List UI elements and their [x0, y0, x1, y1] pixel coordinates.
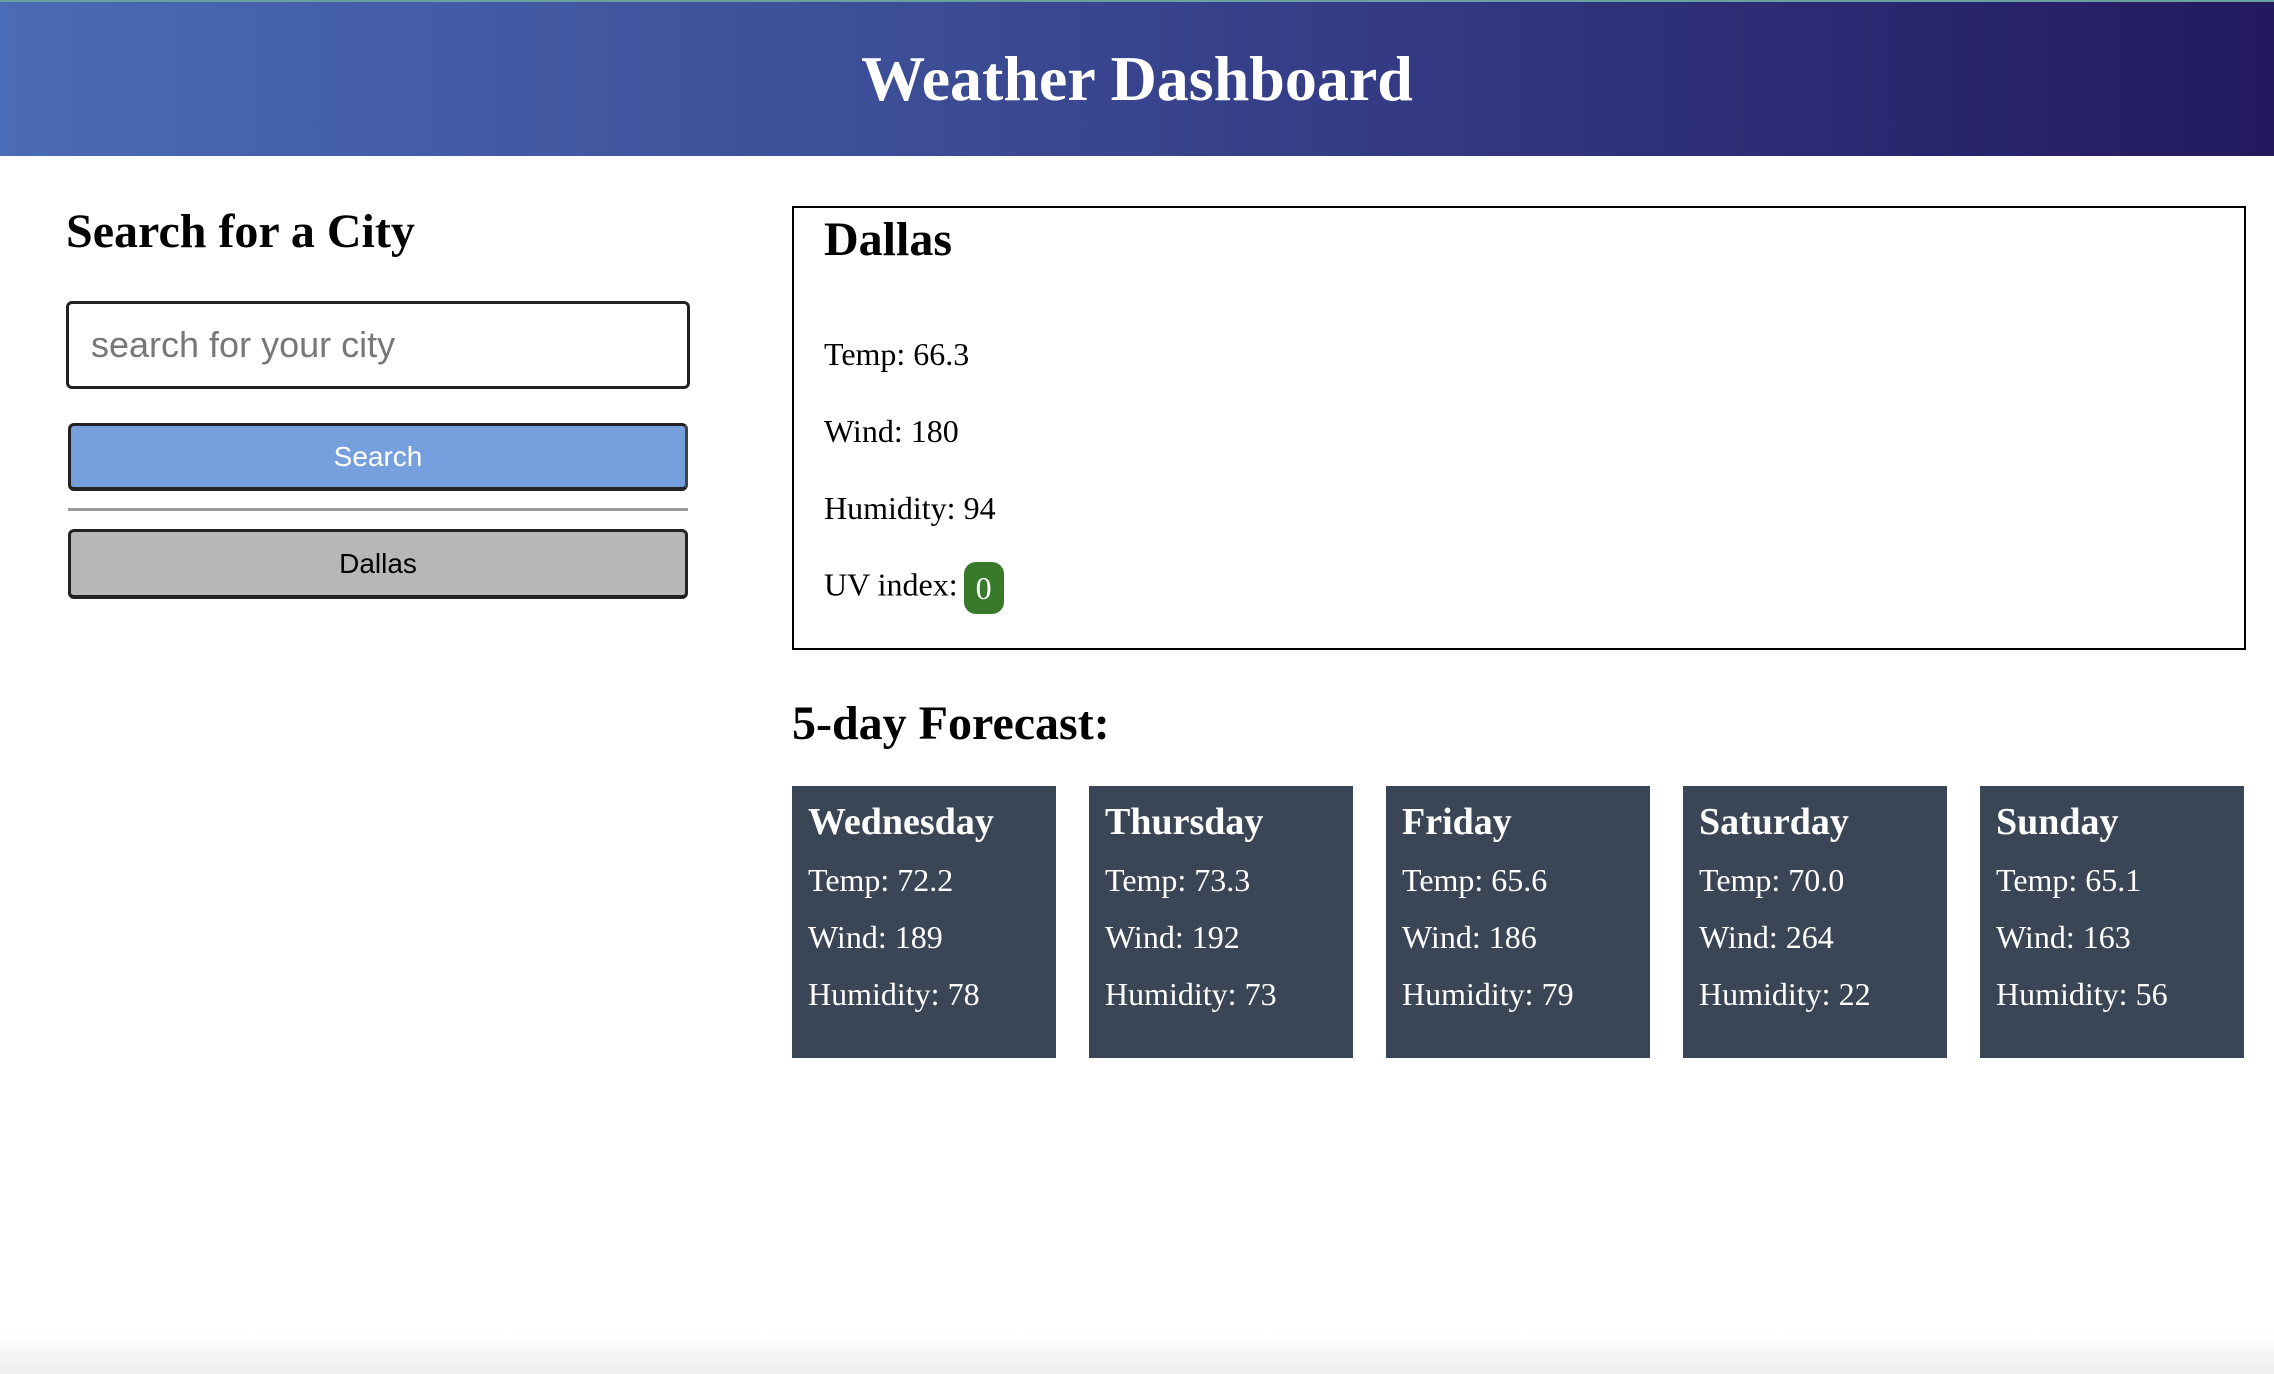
uv-label: UV index:	[824, 566, 958, 603]
forecast-card: Friday Temp: 65.6 Wind: 186 Humidity: 79	[1386, 786, 1650, 1058]
city-search-input[interactable]	[66, 301, 690, 389]
forecast-wind: Wind: 192	[1105, 919, 1240, 955]
forecast-card: Thursday Temp: 73.3 Wind: 192 Humidity: …	[1089, 786, 1353, 1058]
search-button[interactable]: Search	[68, 423, 688, 491]
forecast-wind: Wind: 264	[1699, 919, 1834, 955]
current-humidity: Humidity: 94	[824, 490, 996, 526]
sidebar-divider	[68, 508, 688, 511]
forecast-day: Friday	[1402, 801, 1512, 843]
app-header: Weather Dashboard	[0, 0, 2274, 156]
forecast-wind: Wind: 163	[1996, 919, 2131, 955]
search-sidebar: Search for a City Search Dallas	[66, 200, 690, 599]
forecast-humidity: Humidity: 56	[1996, 976, 2168, 1012]
forecast-wind: Wind: 189	[808, 919, 943, 955]
forecast-humidity: Humidity: 79	[1402, 976, 1574, 1012]
forecast-temp: Temp: 72.2	[808, 862, 954, 898]
forecast-day: Wednesday	[808, 801, 994, 843]
forecast-cards: Wednesday Temp: 72.2 Wind: 189 Humidity:…	[792, 786, 2246, 1058]
forecast-temp: Temp: 70.0	[1699, 862, 1845, 898]
history-city-button[interactable]: Dallas	[68, 529, 688, 599]
current-temp: Temp: 66.3	[824, 336, 970, 372]
forecast-temp: Temp: 73.3	[1105, 862, 1251, 898]
current-weather-panel: Dallas Temp: 66.3 Wind: 180 Humidity: 94…	[792, 206, 2246, 650]
forecast-humidity: Humidity: 78	[808, 976, 980, 1012]
search-heading: Search for a City	[66, 205, 415, 258]
forecast-humidity: Humidity: 22	[1699, 976, 1871, 1012]
forecast-title: 5-day Forecast:	[792, 697, 1110, 750]
forecast-day: Sunday	[1996, 801, 2119, 843]
current-uv-row: UV index: 0	[824, 562, 1004, 614]
forecast-card: Wednesday Temp: 72.2 Wind: 189 Humidity:…	[792, 786, 1056, 1058]
forecast-humidity: Humidity: 73	[1105, 976, 1277, 1012]
uv-index-badge: 0	[963, 562, 1004, 614]
current-wind: Wind: 180	[824, 413, 959, 449]
window-bottom-shadow	[0, 1334, 2274, 1374]
forecast-wind: Wind: 186	[1402, 919, 1537, 955]
forecast-card: Saturday Temp: 70.0 Wind: 264 Humidity: …	[1683, 786, 1947, 1058]
current-city-name: Dallas	[824, 213, 953, 266]
page-title: Weather Dashboard	[861, 43, 1413, 114]
forecast-day: Saturday	[1699, 801, 1849, 843]
forecast-temp: Temp: 65.6	[1402, 862, 1548, 898]
forecast-day: Thursday	[1105, 801, 1264, 843]
forecast-temp: Temp: 65.1	[1996, 862, 2142, 898]
forecast-card: Sunday Temp: 65.1 Wind: 163 Humidity: 56	[1980, 786, 2244, 1058]
